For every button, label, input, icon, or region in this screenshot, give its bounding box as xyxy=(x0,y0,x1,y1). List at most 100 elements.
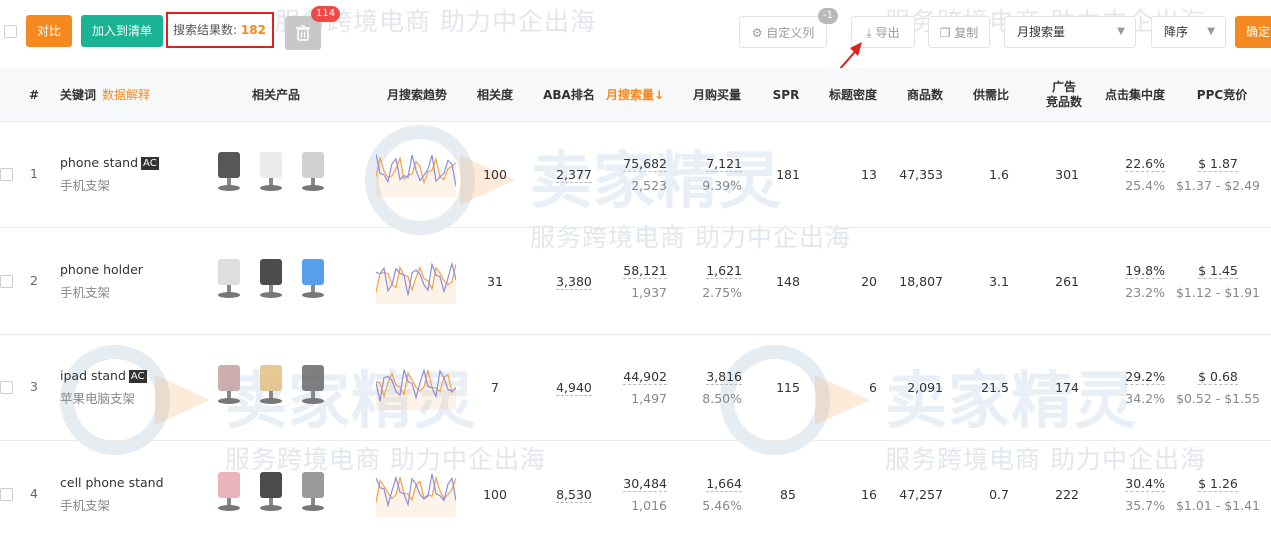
daily-search-value: 2,523 xyxy=(631,178,667,193)
result-count-value: 182 xyxy=(240,23,266,37)
product-thumbnail[interactable] xyxy=(294,148,334,194)
click-concentration-value[interactable]: 22.6% xyxy=(1125,156,1165,172)
data-explain-link[interactable]: 数据解释 xyxy=(102,88,150,103)
search-trend-sparkline[interactable] xyxy=(376,145,456,197)
click-concentration-value[interactable]: 29.2% xyxy=(1125,369,1165,385)
aba-rank-value[interactable]: 3,380 xyxy=(556,274,592,290)
header-ad-products[interactable]: 广告 竞品数 xyxy=(1036,68,1092,122)
aba-rank-value[interactable]: 4,940 xyxy=(556,380,592,396)
ppc-value[interactable]: $ 1.45 xyxy=(1198,263,1238,279)
ppc-value[interactable]: $ 1.26 xyxy=(1198,476,1238,492)
ad-products-value: 174 xyxy=(1055,380,1079,395)
product-thumbnail[interactable] xyxy=(210,255,250,301)
keyword-text[interactable]: phone holder xyxy=(60,262,143,277)
delete-count-badge: 114 xyxy=(311,6,341,22)
click-concentration-sub: 35.7% xyxy=(1125,497,1165,513)
table-row[interactable]: 4 cell phone stand 手机支架 100 8,530 30,484… xyxy=(0,442,1271,535)
header-aba-rank[interactable]: ABA排名 xyxy=(538,68,600,122)
compare-button[interactable]: 对比 xyxy=(26,15,72,47)
table-row[interactable]: 3 ipad stand AC 苹果电脑支架 7 4,940 44,902 1,… xyxy=(0,335,1271,441)
monthly-search-value[interactable]: 75,682 xyxy=(623,156,667,172)
click-concentration-value[interactable]: 30.4% xyxy=(1125,476,1165,492)
row-index: 4 xyxy=(30,485,38,501)
select-all-checkbox[interactable] xyxy=(4,25,17,38)
monthly-purchase-value[interactable]: 1,664 xyxy=(706,476,742,492)
ac-badge: AC xyxy=(141,157,159,170)
product-thumbnail[interactable] xyxy=(252,361,292,407)
monthly-search-value[interactable]: 44,902 xyxy=(623,369,667,385)
table-row[interactable]: 2 phone holder 手机支架 31 3,380 58,121 1,93… xyxy=(0,229,1271,335)
product-thumbnail[interactable] xyxy=(252,255,292,301)
aba-rank-value[interactable]: 8,530 xyxy=(556,487,592,503)
relevance-value: 7 xyxy=(491,380,499,395)
product-thumbnail[interactable] xyxy=(252,468,292,514)
supply-demand-value: 3.1 xyxy=(989,273,1009,289)
row-checkbox[interactable] xyxy=(0,381,13,394)
keyword-translation: 手机支架 xyxy=(60,284,111,300)
row-index: 3 xyxy=(30,379,38,394)
header-click-concentration[interactable]: 点击集中度 xyxy=(1100,68,1170,122)
product-thumbnail[interactable] xyxy=(294,255,334,301)
keyword-text[interactable]: ipad stand xyxy=(60,368,126,383)
keyword[interactable]: phone stand AC xyxy=(60,155,159,170)
sort-field-select[interactable]: 月搜索量 ▼ xyxy=(1004,16,1136,48)
add-to-list-button[interactable]: 加入到清单 xyxy=(81,15,163,47)
ad-products-value: 301 xyxy=(1055,167,1079,182)
product-thumbnail[interactable] xyxy=(210,361,250,407)
confirm-button[interactable]: 确定 xyxy=(1235,16,1271,48)
row-checkbox[interactable] xyxy=(0,487,13,501)
header-product-count[interactable]: 商品数 xyxy=(900,68,950,122)
header-spr[interactable]: SPR xyxy=(766,68,806,122)
daily-search-value: 1,497 xyxy=(631,391,667,406)
row-checkbox[interactable] xyxy=(0,168,13,181)
monthly-purchase-value[interactable]: 3,816 xyxy=(706,369,742,385)
product-thumbnail[interactable] xyxy=(294,468,334,514)
ppc-value[interactable]: $ 1.87 xyxy=(1198,156,1238,172)
click-concentration-sub: 34.2% xyxy=(1125,391,1165,406)
ppc-value[interactable]: $ 0.68 xyxy=(1198,369,1238,385)
header-ppc[interactable]: PPC竞价 xyxy=(1187,68,1257,122)
toolbar: 对比 加入到清单 搜索结果数: 182 114 ⚙ 自定义列 -1 ⤓ 导出 ❐… xyxy=(0,0,1271,111)
header-supply-demand[interactable]: 供需比 xyxy=(966,68,1016,122)
search-trend-sparkline[interactable] xyxy=(376,252,456,304)
supply-demand-value: 0.7 xyxy=(989,486,1009,502)
monthly-search-value[interactable]: 58,121 xyxy=(623,263,667,279)
keyword[interactable]: phone holder xyxy=(60,262,143,277)
header-monthly-purchase[interactable]: 月购买量 xyxy=(686,68,748,122)
product-thumbnail[interactable] xyxy=(210,148,250,194)
ad-products-value: 261 xyxy=(1055,273,1079,289)
click-concentration-value[interactable]: 19.8% xyxy=(1125,263,1165,279)
monthly-purchase-value[interactable]: 7,121 xyxy=(706,156,742,172)
gear-icon: ⚙ xyxy=(751,26,763,40)
product-thumbnail[interactable] xyxy=(252,148,292,194)
header-keyword-label: 关键词 xyxy=(60,87,97,102)
monthly-search-value[interactable]: 30,484 xyxy=(623,476,667,492)
aba-rank-value[interactable]: 2,377 xyxy=(556,167,592,183)
ppc-range: $1.12 - $1.91 xyxy=(1175,284,1261,300)
sort-field-value: 月搜索量 xyxy=(1017,25,1066,39)
sort-order-select[interactable]: 降序 ▼ xyxy=(1151,16,1226,48)
header-relevance[interactable]: 相关度 xyxy=(470,68,520,122)
header-title-density[interactable]: 标题密度 xyxy=(823,68,883,122)
table-row[interactable]: 1 phone stand AC 手机支架 100 2,377 75,682 2… xyxy=(0,122,1271,228)
header-keyword: 关键词 数据解释 xyxy=(60,68,150,122)
keyword-text[interactable]: phone stand xyxy=(60,155,138,170)
header-monthly-search[interactable]: 月搜索量↓ xyxy=(600,68,670,122)
copy-button[interactable]: ❐ 复制 xyxy=(928,16,990,48)
ad-products-value: 222 xyxy=(1055,486,1079,502)
product-thumbnail[interactable] xyxy=(210,468,250,514)
search-trend-sparkline[interactable] xyxy=(376,358,456,410)
keyword[interactable]: cell phone stand xyxy=(60,475,164,490)
ppc-range: $1.01 - $1.41 xyxy=(1175,497,1261,513)
relevance-value: 100 xyxy=(483,486,507,502)
spr-value: 148 xyxy=(776,273,800,289)
monthly-purchase-value[interactable]: 1,621 xyxy=(706,263,742,279)
keyword[interactable]: ipad stand AC xyxy=(60,368,147,383)
click-concentration-sub: 25.4% xyxy=(1125,178,1165,193)
product-thumbnail[interactable] xyxy=(294,361,334,407)
row-checkbox[interactable] xyxy=(0,274,13,288)
copy-icon: ❐ xyxy=(939,26,951,40)
supply-demand-value: 21.5 xyxy=(981,380,1009,395)
search-trend-sparkline[interactable] xyxy=(376,465,456,517)
keyword-text[interactable]: cell phone stand xyxy=(60,475,164,490)
